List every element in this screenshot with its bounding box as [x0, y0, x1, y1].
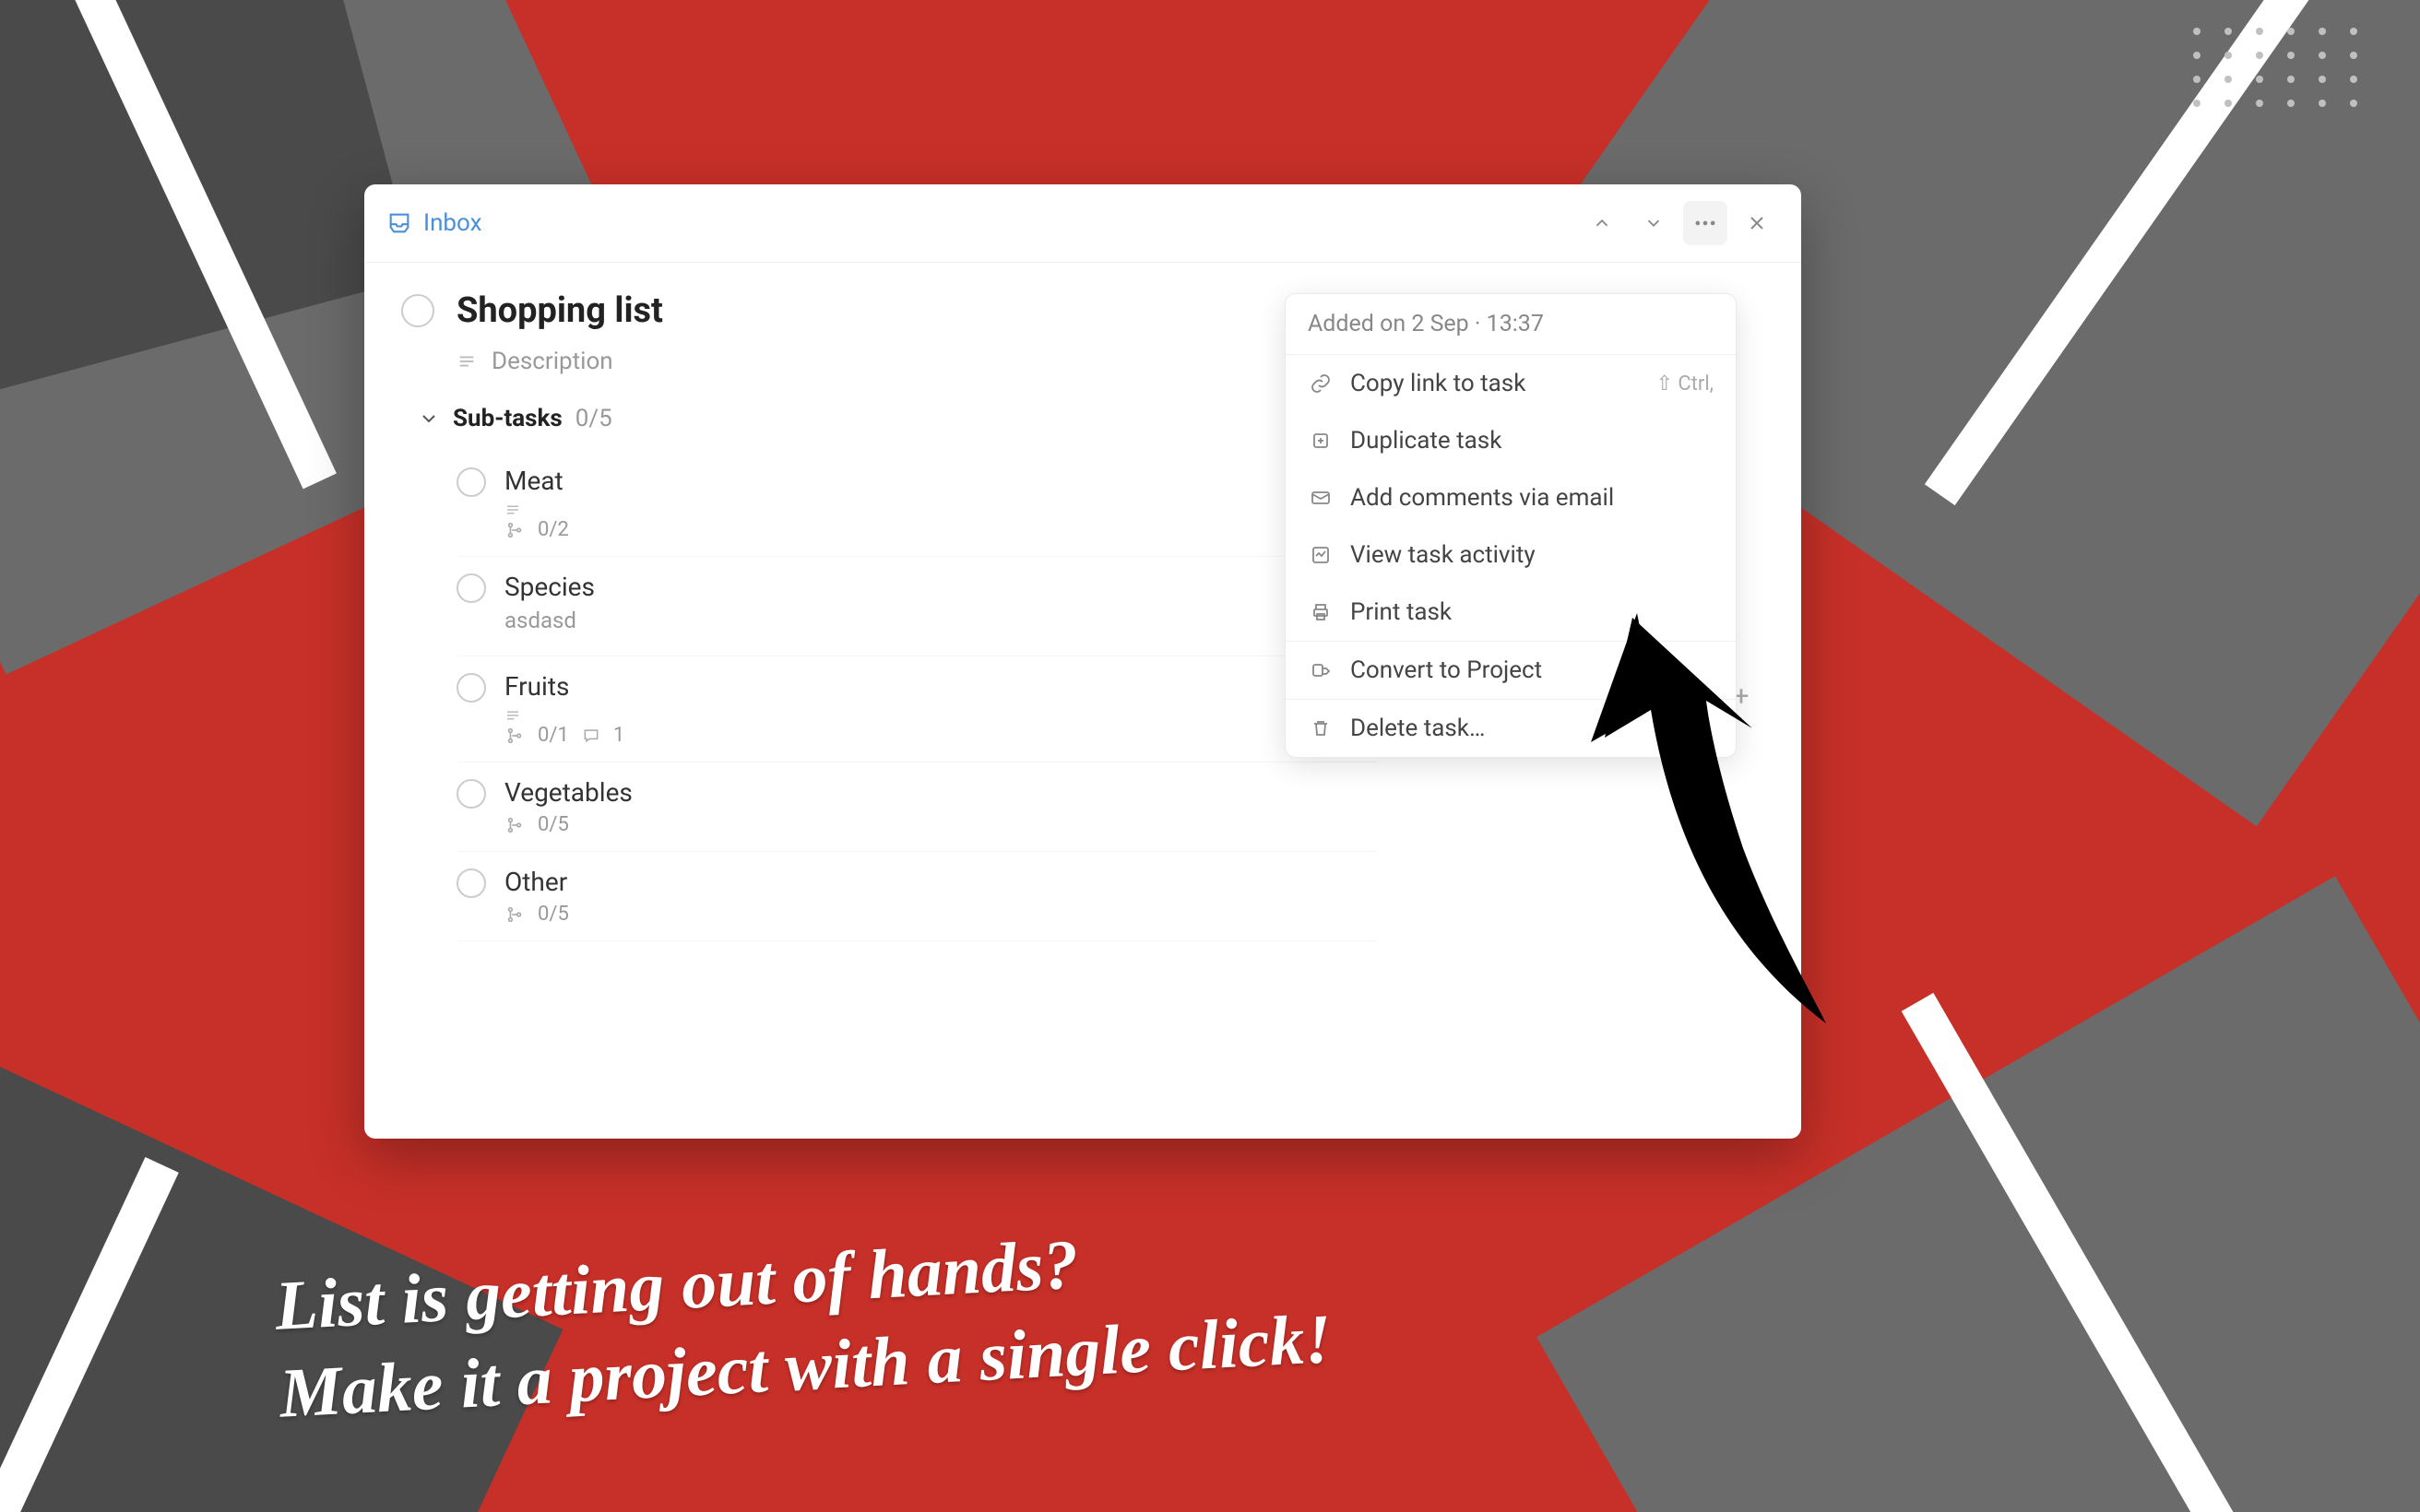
prev-task-button[interactable] [1580, 201, 1624, 245]
description-placeholder: Description [492, 348, 613, 375]
subtask-meta: 0/5 [504, 903, 1377, 926]
duplicate-icon [1308, 428, 1334, 454]
task-title[interactable]: Shopping list [457, 290, 663, 331]
subtask-item[interactable]: Vegetables 0/5 [457, 762, 1377, 852]
close-button[interactable] [1735, 201, 1779, 245]
subtasks-label: Sub-tasks [453, 405, 563, 432]
subtask-item[interactable]: Fruits 0/1 1 [457, 656, 1377, 762]
menu-copy-link[interactable]: Copy link to task ⇧ Ctrl, [1286, 355, 1736, 412]
menu-duplicate[interactable]: Duplicate task [1286, 412, 1736, 469]
branch-icon [504, 520, 525, 540]
link-icon [1308, 371, 1334, 396]
subtasks-count: 0/5 [575, 405, 612, 432]
subtask-meta: 0/1 1 [504, 724, 1377, 747]
task-complete-checkbox[interactable] [401, 294, 434, 327]
task-detail-window: Inbox Shopping list [364, 184, 1801, 1139]
subtask-checkbox[interactable] [457, 673, 486, 703]
activity-icon [1308, 542, 1334, 568]
menu-print[interactable]: Print task [1286, 584, 1736, 641]
branch-icon [504, 815, 525, 835]
menu-shortcut: ⇧ Ctrl, [1655, 372, 1714, 396]
subtask-title: Fruits [504, 671, 1377, 702]
trash-icon [1308, 715, 1334, 741]
menu-view-activity[interactable]: View task activity [1286, 526, 1736, 584]
convert-icon [1308, 657, 1334, 683]
subtask-subcount: 0/1 [538, 724, 569, 747]
branch-icon [504, 726, 525, 746]
subtask-subcount: 0/2 [538, 518, 569, 541]
subtask-title: Vegetables [504, 777, 1377, 808]
menu-added-text: Added on 2 Sep · 13:37 [1286, 294, 1736, 355]
subtask-meta: 0/2 [504, 518, 1377, 541]
subtask-note: asdasd [504, 608, 1377, 633]
subtask-item[interactable]: Species asdasd [457, 557, 1377, 656]
subtask-subcount: 0/5 [538, 903, 569, 926]
dot-grid-decor [2193, 28, 2365, 107]
chevron-down-icon[interactable] [418, 408, 440, 430]
menu-delete[interactable]: Delete task… [1286, 700, 1736, 757]
mail-icon [1308, 485, 1334, 511]
subtask-item[interactable]: Meat 0/2 [457, 451, 1377, 557]
subtask-checkbox[interactable] [457, 573, 486, 603]
more-options-button[interactable] [1683, 201, 1727, 245]
subtask-item[interactable]: Other 0/5 [457, 852, 1377, 941]
subtask-title: Species [504, 572, 1377, 602]
print-icon [1308, 599, 1334, 625]
description-icon [504, 502, 1377, 518]
task-description[interactable]: Description [457, 348, 1377, 375]
branch-icon [504, 904, 525, 925]
subtask-subcount: 0/5 [538, 813, 569, 836]
subtask-meta: 0/5 [504, 813, 1377, 836]
subtask-checkbox[interactable] [457, 467, 486, 497]
inbox-label[interactable]: Inbox [423, 209, 482, 237]
subtask-list: Meat 0/2 Species asdasd Fruits 0/1 1 Vegetables… [401, 451, 1377, 941]
next-task-button[interactable] [1631, 201, 1676, 245]
subtask-checkbox[interactable] [457, 779, 486, 809]
menu-add-comments-email[interactable]: Add comments via email [1286, 469, 1736, 526]
comment-icon [582, 726, 600, 745]
description-icon [504, 707, 1377, 724]
inbox-icon [386, 210, 412, 236]
subtask-checkbox[interactable] [457, 868, 486, 898]
comment-count: 1 [613, 724, 624, 747]
window-header: Inbox [364, 184, 1801, 263]
subtask-title: Meat [504, 466, 1377, 496]
description-icon [457, 351, 477, 372]
subtask-title: Other [504, 867, 1377, 897]
menu-convert-project[interactable]: Convert to Project [1286, 642, 1736, 699]
task-context-menu: Added on 2 Sep · 13:37 Copy link to task… [1285, 293, 1737, 758]
